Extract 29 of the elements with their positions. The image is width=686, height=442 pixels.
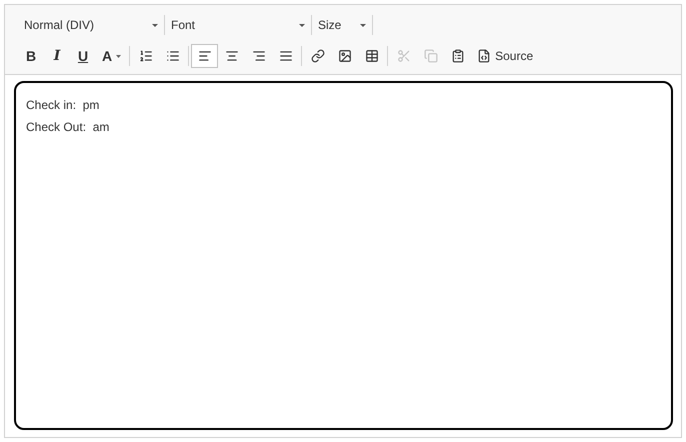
underline-button[interactable]: U	[70, 44, 96, 68]
bold-button[interactable]: B	[18, 44, 44, 68]
editor-area[interactable]: Check in: pm Check Out: am	[14, 81, 673, 430]
align-left-button[interactable]	[191, 44, 218, 68]
code-file-icon	[477, 49, 492, 63]
text-color-button[interactable]: A	[96, 44, 128, 68]
copy-icon	[424, 49, 438, 63]
align-left-icon	[198, 49, 212, 63]
link-icon	[310, 49, 325, 63]
numbered-list-icon	[138, 49, 153, 63]
dropdown[interactable]: Normal (DIV)	[18, 16, 164, 34]
italic-button[interactable]: I	[44, 44, 70, 68]
justify-icon	[278, 49, 293, 63]
content-line: Check in: pm	[26, 97, 100, 113]
bulleted-list-icon	[166, 49, 180, 63]
align-center-icon	[224, 49, 239, 63]
dropdown[interactable]: Font	[165, 16, 311, 34]
caret-icon	[152, 24, 158, 26]
dropdown[interactable]: Size	[312, 16, 372, 34]
caret-icon	[360, 24, 366, 26]
clipboard-icon	[450, 49, 465, 63]
image-icon	[338, 49, 352, 63]
caret-icon	[299, 24, 305, 26]
table-icon	[364, 49, 379, 63]
caret-icon	[116, 54, 122, 58]
source-button[interactable]: Source	[471, 44, 540, 68]
scissors-icon	[396, 49, 411, 63]
align-right-icon	[252, 49, 266, 63]
content-line: Check Out: am	[26, 119, 110, 135]
